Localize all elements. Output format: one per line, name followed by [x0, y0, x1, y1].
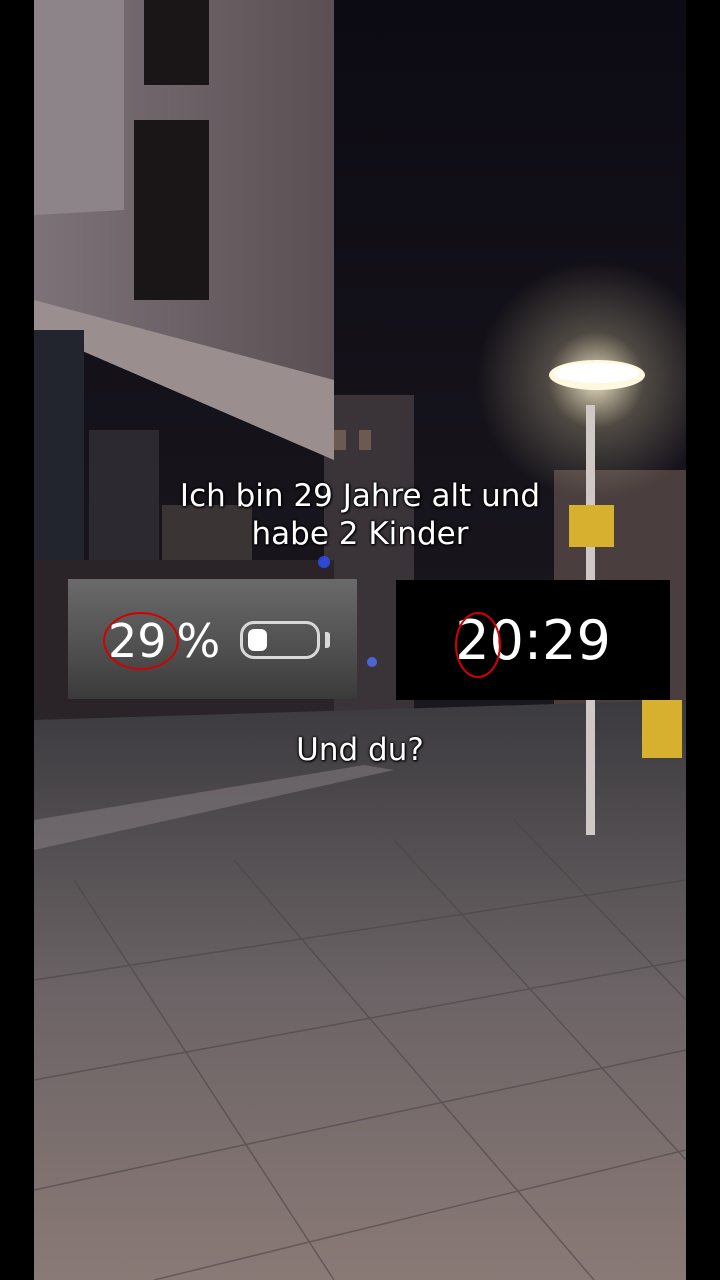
- caption-line-2: habe 2 Kinder: [251, 516, 469, 552]
- caption-text: Ich bin 29 Jahre alt und habe 2 Kinder: [0, 477, 720, 553]
- clock-panel: 20:29: [396, 580, 670, 700]
- caption-line-1: Ich bin 29 Jahre alt und: [179, 478, 541, 514]
- battery-tip-icon: [325, 632, 330, 648]
- clock-time: 20:29: [455, 609, 611, 672]
- question-text: Und du?: [296, 732, 424, 768]
- highlight-circle-clock: [455, 612, 501, 678]
- battery-fill: [248, 629, 267, 651]
- battery-icon: [240, 621, 320, 659]
- right-letterbox: [686, 0, 720, 1280]
- highlight-circle-battery: [103, 612, 179, 670]
- left-letterbox: [0, 0, 34, 1280]
- battery-percent-sign: %: [176, 614, 221, 668]
